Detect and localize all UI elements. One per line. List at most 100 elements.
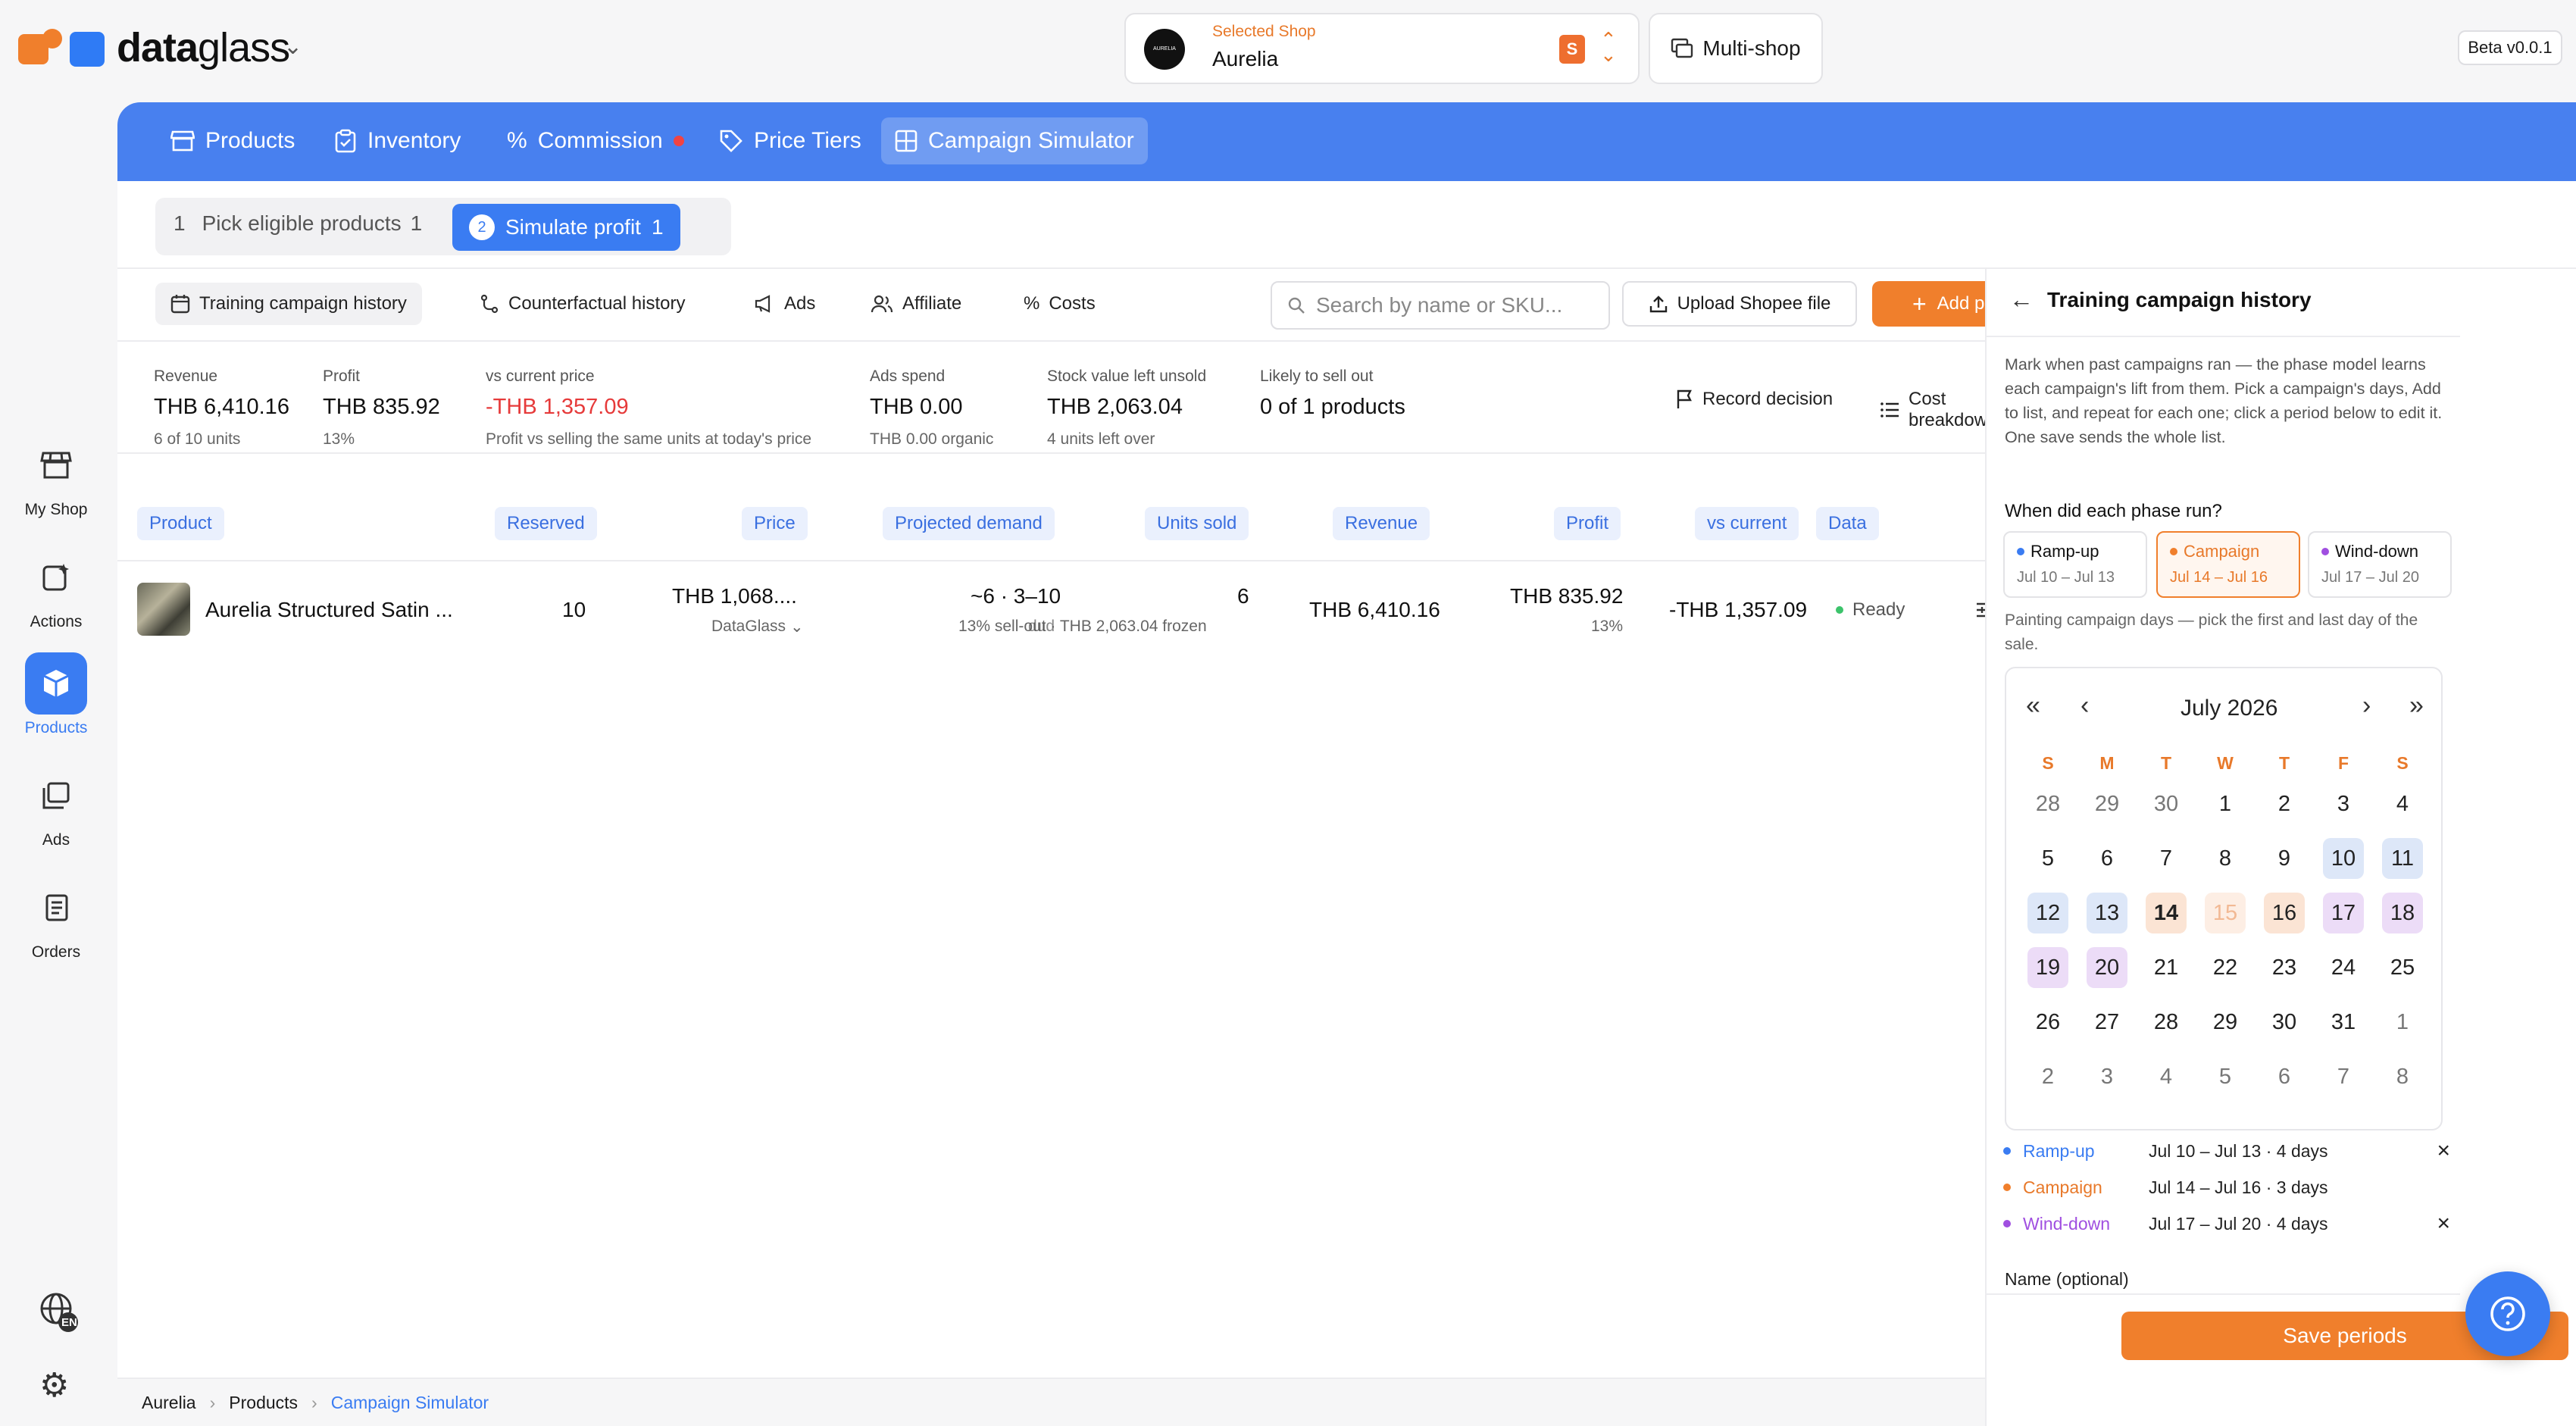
gear-icon[interactable]: ⚙: [39, 1366, 69, 1405]
calendar-day[interactable]: 19: [2027, 947, 2068, 988]
calendar-day[interactable]: 1: [2382, 1002, 2423, 1043]
col-header-product[interactable]: Product: [137, 507, 224, 540]
phase-ramp-up[interactable]: Ramp-up Jul 10 – Jul 13: [2003, 531, 2147, 598]
tab-products[interactable]: Products: [157, 117, 308, 164]
breadcrumb-item[interactable]: Products: [229, 1393, 298, 1413]
price-value[interactable]: THB 1,068....: [672, 584, 797, 608]
calendar-day[interactable]: 8: [2382, 1056, 2423, 1097]
phase-campaign[interactable]: Campaign Jul 14 – Jul 16: [2156, 531, 2300, 598]
col-header-profit[interactable]: Profit: [1554, 507, 1621, 540]
period-row-ramp-up[interactable]: Ramp-up Jul 10 – Jul 13 · 4 days ×: [2003, 1136, 2450, 1166]
period-row-campaign[interactable]: Campaign Jul 14 – Jul 16 · 3 days: [2003, 1172, 2450, 1202]
phase-wind-down[interactable]: Wind-down Jul 17 – Jul 20: [2308, 531, 2452, 598]
double-chevron-left-icon[interactable]: «: [2026, 691, 2040, 721]
back-arrow-icon[interactable]: ←: [2009, 286, 2034, 314]
calendar-day[interactable]: 5: [2205, 1056, 2246, 1097]
rail-item-products[interactable]: Products: [0, 652, 112, 737]
calendar-day[interactable]: 22: [2205, 947, 2246, 988]
subtab-ads[interactable]: Ads: [739, 283, 830, 325]
tab-inventory[interactable]: Inventory: [320, 117, 474, 164]
period-row-wind-down[interactable]: Wind-down Jul 17 – Jul 20 · 4 days ×: [2003, 1209, 2450, 1239]
col-header-reserved[interactable]: Reserved: [495, 507, 597, 540]
upload-shopee-button[interactable]: Upload Shopee file: [1622, 281, 1857, 327]
calendar-day[interactable]: 15: [2205, 893, 2246, 933]
col-header-units-sold[interactable]: Units sold: [1145, 507, 1249, 540]
calendar-day[interactable]: 23: [2264, 947, 2305, 988]
col-header-vs-current[interactable]: vs current: [1695, 507, 1799, 540]
calendar-day[interactable]: 3: [2087, 1056, 2127, 1097]
tab-price-tiers[interactable]: Price Tiers: [705, 117, 875, 164]
calendar-day[interactable]: 11: [2382, 838, 2423, 879]
calendar-day[interactable]: 5: [2027, 838, 2068, 879]
double-chevron-right-icon[interactable]: »: [2409, 691, 2424, 721]
calendar-day[interactable]: 4: [2382, 783, 2423, 824]
training-history-panel: ← Training campaign history Mark when pa…: [1985, 269, 2460, 1426]
rail-item-orders[interactable]: Orders: [0, 877, 112, 962]
help-button[interactable]: [2465, 1271, 2550, 1356]
calendar-day[interactable]: 7: [2323, 1056, 2364, 1097]
chevron-updown-icon[interactable]: ⌃ ⌄: [1600, 30, 1617, 64]
col-header-price[interactable]: Price: [742, 507, 808, 540]
rail-item-my-shop[interactable]: My Shop: [0, 434, 112, 519]
chevron-right-icon[interactable]: ›: [2362, 691, 2371, 721]
calendar-day[interactable]: 18: [2382, 893, 2423, 933]
price-source-dropdown[interactable]: DataGlass ⌄: [711, 618, 804, 636]
calendar-day[interactable]: 26: [2027, 1002, 2068, 1043]
tab-campaign-simulator[interactable]: Campaign Simulator: [881, 117, 1148, 164]
rail-item-actions[interactable]: Actions: [0, 546, 112, 631]
calendar-day[interactable]: 12: [2027, 893, 2068, 933]
subtab-affiliate[interactable]: Affiliate: [855, 283, 977, 325]
col-header-projected-demand[interactable]: Projected demand: [883, 507, 1055, 540]
chevron-left-icon[interactable]: ‹: [2080, 691, 2089, 721]
calendar-day[interactable]: 29: [2087, 783, 2127, 824]
search-input[interactable]: Search by name or SKU...: [1271, 281, 1610, 330]
calendar-day[interactable]: 14: [2146, 893, 2187, 933]
breadcrumb-item[interactable]: Aurelia: [142, 1393, 196, 1413]
subtab-costs[interactable]: % Costs: [1008, 283, 1111, 325]
breadcrumb-current[interactable]: Campaign Simulator: [331, 1393, 489, 1413]
calendar-day[interactable]: 3: [2323, 783, 2364, 824]
product-name[interactable]: Aurelia Structured Satin ...: [205, 598, 453, 622]
calendar-day[interactable]: 8: [2205, 838, 2246, 879]
calendar-day[interactable]: 30: [2146, 783, 2187, 824]
language-button[interactable]: EN: [38, 1290, 80, 1333]
chevron-down-icon[interactable]: ⌄: [283, 33, 302, 60]
remove-period-icon[interactable]: ×: [2428, 1211, 2450, 1237]
subtab-counterfactual-history[interactable]: Counterfactual history: [464, 283, 700, 325]
subtab-training-history[interactable]: Training campaign history: [155, 283, 422, 325]
calendar-day[interactable]: 2: [2027, 1056, 2068, 1097]
calendar-day[interactable]: 28: [2146, 1002, 2187, 1043]
calendar-day[interactable]: 16: [2264, 893, 2305, 933]
calendar-day[interactable]: 30: [2264, 1002, 2305, 1043]
calendar-day[interactable]: 24: [2323, 947, 2364, 988]
record-decision-button[interactable]: Record decision: [1675, 389, 1833, 410]
calendar-day[interactable]: 1: [2205, 783, 2246, 824]
calendar-day[interactable]: 29: [2205, 1002, 2246, 1043]
col-header-revenue[interactable]: Revenue: [1333, 507, 1430, 540]
remove-period-icon[interactable]: ×: [2428, 1138, 2450, 1164]
step-pick-products[interactable]: 1 Pick eligible products 1: [174, 211, 422, 236]
calendar-day[interactable]: 10: [2323, 838, 2364, 879]
step-simulate-profit[interactable]: 2 Simulate profit 1: [452, 204, 680, 251]
calendar-day[interactable]: 25: [2382, 947, 2423, 988]
calendar-day[interactable]: 6: [2264, 1056, 2305, 1097]
calendar-day[interactable]: 6: [2087, 838, 2127, 879]
calendar-day[interactable]: 9: [2264, 838, 2305, 879]
tab-commission[interactable]: % Commission: [493, 117, 698, 164]
calendar-day[interactable]: 17: [2323, 893, 2364, 933]
calendar-day[interactable]: 20: [2087, 947, 2127, 988]
table-row[interactable]: Aurelia Structured Satin ... 10 THB 1,06…: [117, 561, 2069, 660]
cost-breakdown-button[interactable]: Cost breakdown: [1880, 389, 1997, 431]
calendar-day[interactable]: 4: [2146, 1056, 2187, 1097]
calendar-day[interactable]: 27: [2087, 1002, 2127, 1043]
calendar-day[interactable]: 2: [2264, 783, 2305, 824]
calendar-day[interactable]: 21: [2146, 947, 2187, 988]
calendar-day[interactable]: 31: [2323, 1002, 2364, 1043]
rail-item-ads[interactable]: Ads: [0, 765, 112, 849]
multishop-button[interactable]: Multi-shop: [1649, 13, 1823, 84]
calendar-day[interactable]: 7: [2146, 838, 2187, 879]
calendar-day[interactable]: 28: [2027, 783, 2068, 824]
brand-name[interactable]: dataglass: [117, 24, 290, 71]
calendar-day[interactable]: 13: [2087, 893, 2127, 933]
col-header-data[interactable]: Data: [1816, 507, 1879, 540]
